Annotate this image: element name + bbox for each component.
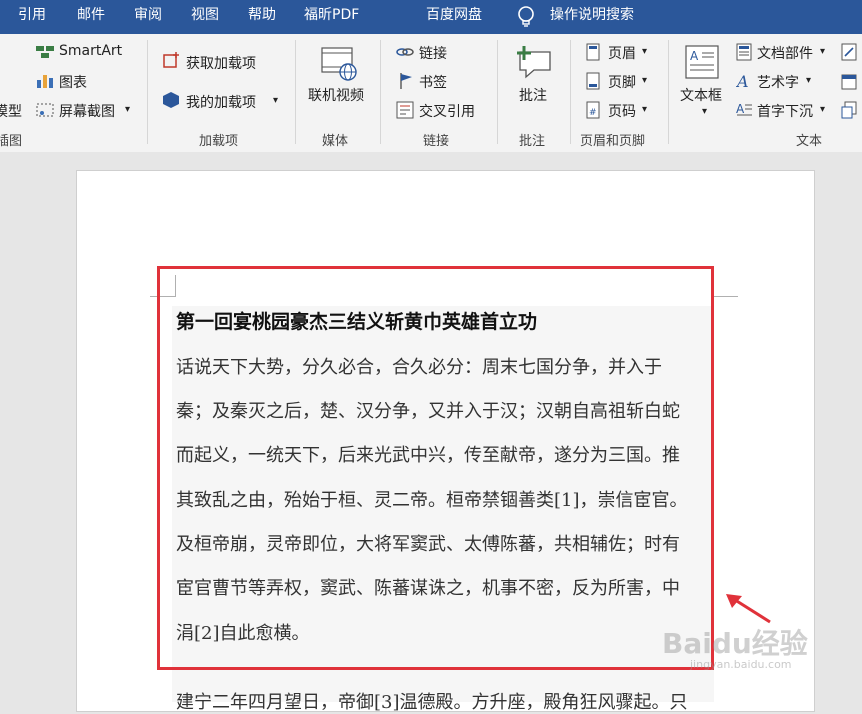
bookmark-button[interactable]: 书签 [419,72,447,92]
group-label-comments: 批注 [519,134,546,149]
cross-reference-button[interactable]: 交叉引用 [419,101,475,121]
page-number-button[interactable]: 页码 [608,101,636,121]
3d-model-button[interactable]: 模型 [0,101,22,121]
online-video-icon [320,44,360,86]
menu-bar: 引用 邮件 审阅 视图 帮助 福昕PDF 百度网盘 操作说明搜索 [0,0,862,34]
group-label-text: 文本 [796,134,823,149]
wordart-button[interactable]: 艺术字 [757,72,799,92]
smartart-button[interactable]: SmartArt [59,43,122,59]
svg-text:A: A [736,102,745,116]
date-time-icon[interactable] [841,72,857,94]
footer-dropdown-icon[interactable]: ▾ [642,75,647,86]
tab-references[interactable]: 引用 [18,0,46,34]
baidu-watermark-logo: Baidu经验 [662,627,808,660]
divider [147,40,148,144]
chart-button[interactable]: 图表 [59,72,87,92]
online-video-button[interactable]: 联机视频 [308,85,364,105]
quick-parts-dropdown-icon[interactable]: ▾ [820,46,825,57]
lightbulb-icon[interactable] [516,5,536,33]
tab-foxit-pdf[interactable]: 福昕PDF [304,0,359,34]
store-icon [162,51,180,73]
screenshot-icon [36,102,54,122]
drop-cap-icon: A [736,101,752,123]
my-addins-dropdown-icon[interactable]: ▾ [273,95,278,106]
my-addins-icon [162,91,180,113]
drop-cap-dropdown-icon[interactable]: ▾ [820,104,825,115]
group-label-links: 链接 [423,134,450,149]
page-number-icon: # [586,101,600,123]
drop-cap-button[interactable]: 首字下沉 [757,101,813,121]
baidu-watermark-url: jingyan.baidu.com [690,658,792,671]
header-button[interactable]: 页眉 [608,43,636,63]
group-label-illustrations: 插图 [0,134,23,149]
tab-view[interactable]: 视图 [191,0,219,34]
bookmark-icon [398,72,414,94]
get-addins-button[interactable]: 获取加载项 [186,53,256,73]
tab-help[interactable]: 帮助 [248,0,276,34]
cross-reference-icon [396,101,414,123]
svg-text:A: A [736,72,749,90]
svg-text:A: A [690,49,699,63]
tab-baidu-netdisk[interactable]: 百度网盘 [426,0,482,34]
textbox-icon: A [684,44,720,84]
group-label-media: 媒体 [322,134,349,149]
object-icon[interactable] [841,101,857,123]
divider [295,40,296,144]
wordart-dropdown-icon[interactable]: ▾ [806,75,811,86]
link-button[interactable]: 链接 [419,43,447,63]
annotation-highlight-box [157,266,714,670]
wordart-icon: A [735,72,752,94]
smartart-icon [35,44,55,64]
tab-mailings[interactable]: 邮件 [77,0,105,34]
paragraph-line[interactable]: 建宁二年四月望日，帝御[3]温德殿。方升座，殿角狂风骤起。只 [176,688,688,714]
svg-text:#: # [589,108,597,118]
group-label-header-footer: 页眉和页脚 [580,134,646,149]
quick-parts-button[interactable]: 文档部件 [757,43,813,63]
divider [497,40,498,144]
chart-icon [36,72,54,92]
link-icon [396,44,414,64]
footer-icon [586,72,600,94]
textbox-button[interactable]: 文本框 [680,85,722,105]
tell-me-search[interactable]: 操作说明搜索 [550,0,634,34]
my-addins-button[interactable]: 我的加载项 [186,92,256,112]
margin-corner-mark [714,296,738,297]
comment-icon [514,44,554,84]
header-dropdown-icon[interactable]: ▾ [642,46,647,57]
group-label-addins: 加载项 [199,134,239,149]
screenshot-dropdown-icon[interactable]: ▾ [125,104,130,115]
divider [380,40,381,144]
footer-button[interactable]: 页脚 [608,72,636,92]
screenshot-button[interactable]: 屏幕截图 [59,101,115,121]
signature-line-icon[interactable] [841,43,857,65]
divider [668,40,669,144]
tab-review[interactable]: 审阅 [134,0,162,34]
ribbon: SmartArt 图表 屏幕截图 ▾ 模型 ▾ 插图 获取加载项 我的加载项 ▾… [0,34,862,153]
new-comment-button[interactable]: 批注 [519,85,547,105]
textbox-dropdown-icon[interactable]: ▾ [702,106,707,117]
header-icon [586,43,600,65]
page-number-dropdown-icon[interactable]: ▾ [642,104,647,115]
quick-parts-icon [736,43,752,65]
divider [570,40,571,144]
